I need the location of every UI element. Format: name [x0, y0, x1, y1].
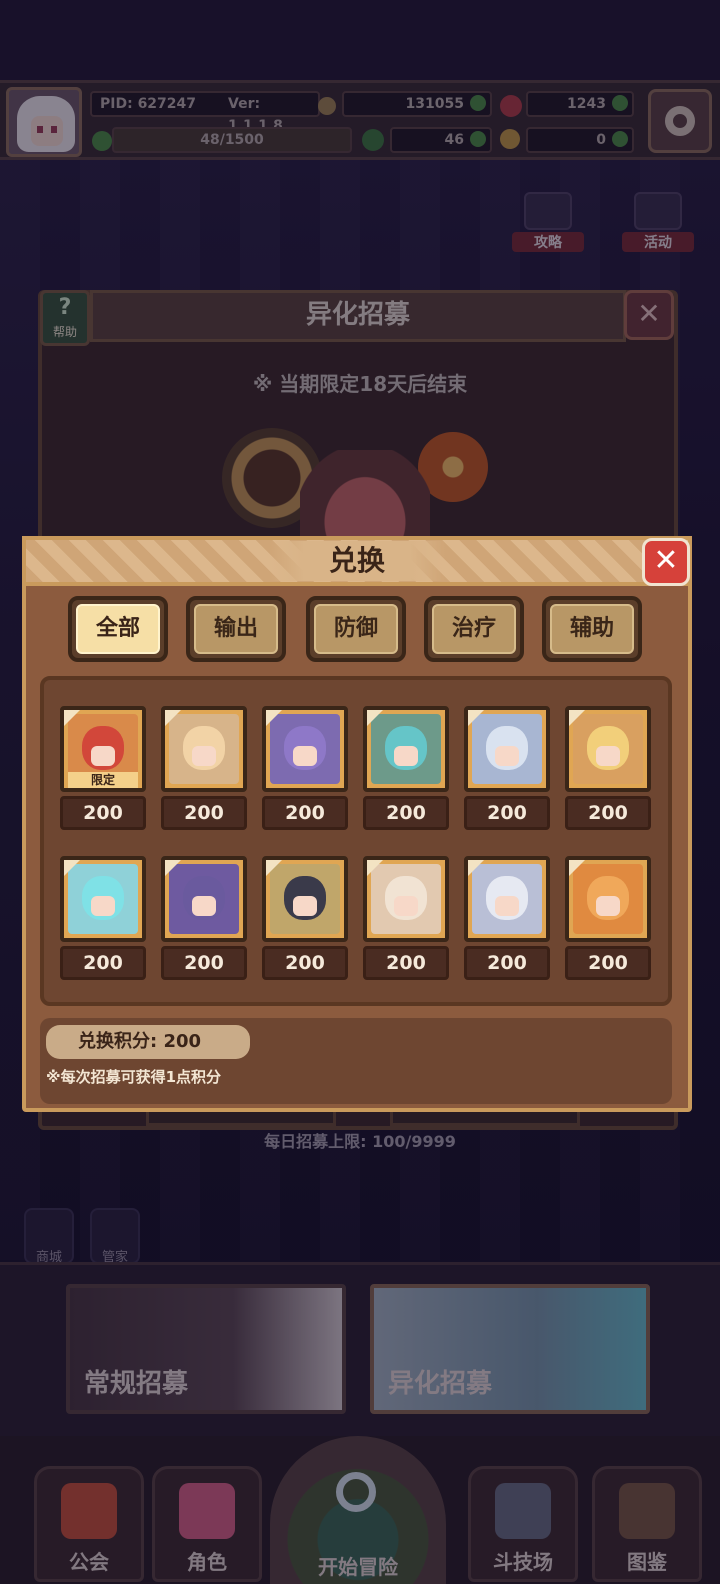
- hero-price: 200: [161, 796, 247, 830]
- hero-card[interactable]: 200: [565, 706, 655, 830]
- portrait-face: [91, 896, 115, 916]
- hero-price: 200: [363, 796, 449, 830]
- hero-card[interactable]: 限定 200: [60, 706, 150, 830]
- hero-portrait[interactable]: [565, 856, 651, 942]
- hero-price: 200: [161, 946, 247, 980]
- hero-price: 200: [464, 796, 550, 830]
- hero-portrait[interactable]: [161, 706, 247, 792]
- hero-card[interactable]: 200: [565, 856, 655, 980]
- hero-portrait[interactable]: [464, 706, 550, 792]
- tab-label: 治疗: [432, 604, 516, 654]
- hero-price: 200: [262, 946, 348, 980]
- hero-price: 200: [60, 946, 146, 980]
- hero-card[interactable]: 200: [363, 856, 453, 980]
- points-note: ※每次招募可获得1点积分: [46, 1068, 222, 1086]
- hero-card[interactable]: 200: [363, 706, 453, 830]
- hero-portrait[interactable]: [262, 706, 348, 792]
- hero-price: 200: [565, 796, 651, 830]
- portrait-face: [495, 746, 519, 766]
- portrait-face: [192, 896, 216, 916]
- portrait-face: [596, 746, 620, 766]
- hero-price: 200: [363, 946, 449, 980]
- dialog-close-button[interactable]: ✕: [642, 538, 690, 586]
- hero-portrait[interactable]: [60, 856, 146, 942]
- hero-price: 200: [565, 946, 651, 980]
- hero-card[interactable]: 200: [262, 706, 352, 830]
- hero-portrait[interactable]: [161, 856, 247, 942]
- tab-label: 输出: [194, 604, 278, 654]
- portrait-face: [293, 746, 317, 766]
- portrait-face: [596, 896, 620, 916]
- hero-portrait[interactable]: 限定: [60, 706, 146, 792]
- hero-price: 200: [60, 796, 146, 830]
- tab-label: 全部: [76, 604, 160, 654]
- hero-portrait[interactable]: [262, 856, 348, 942]
- portrait-face: [91, 746, 115, 766]
- hero-card[interactable]: 200: [161, 856, 251, 980]
- hero-card[interactable]: 200: [464, 706, 554, 830]
- hero-card[interactable]: 200: [262, 856, 352, 980]
- hero-price: 200: [464, 946, 550, 980]
- hero-portrait[interactable]: [464, 856, 550, 942]
- portrait-face: [192, 746, 216, 766]
- dialog-title: 兑换: [268, 541, 445, 581]
- tab-3[interactable]: 治疗: [424, 596, 524, 662]
- hero-portrait[interactable]: [363, 856, 449, 942]
- dialog-header-title-wrap: 兑换: [22, 538, 692, 584]
- points-label: 兑换积分: 200: [46, 1025, 250, 1059]
- close-icon: ✕: [653, 543, 679, 578]
- tab-4[interactable]: 辅助: [542, 596, 642, 662]
- hero-card[interactable]: 200: [161, 706, 251, 830]
- tab-label: 辅助: [550, 604, 634, 654]
- hero-portrait[interactable]: [363, 706, 449, 792]
- portrait-face: [293, 896, 317, 916]
- tab-1[interactable]: 输出: [186, 596, 286, 662]
- portrait-face: [495, 896, 519, 916]
- limited-tag: 限定: [68, 772, 138, 788]
- portrait-face: [394, 896, 418, 916]
- tab-2[interactable]: 防御: [306, 596, 406, 662]
- hero-portrait[interactable]: [565, 706, 651, 792]
- hero-card[interactable]: 200: [464, 856, 554, 980]
- hero-price: 200: [262, 796, 348, 830]
- portrait-face: [394, 746, 418, 766]
- tab-0[interactable]: 全部: [68, 596, 168, 662]
- tab-label: 防御: [314, 604, 398, 654]
- hero-card[interactable]: 200: [60, 856, 150, 980]
